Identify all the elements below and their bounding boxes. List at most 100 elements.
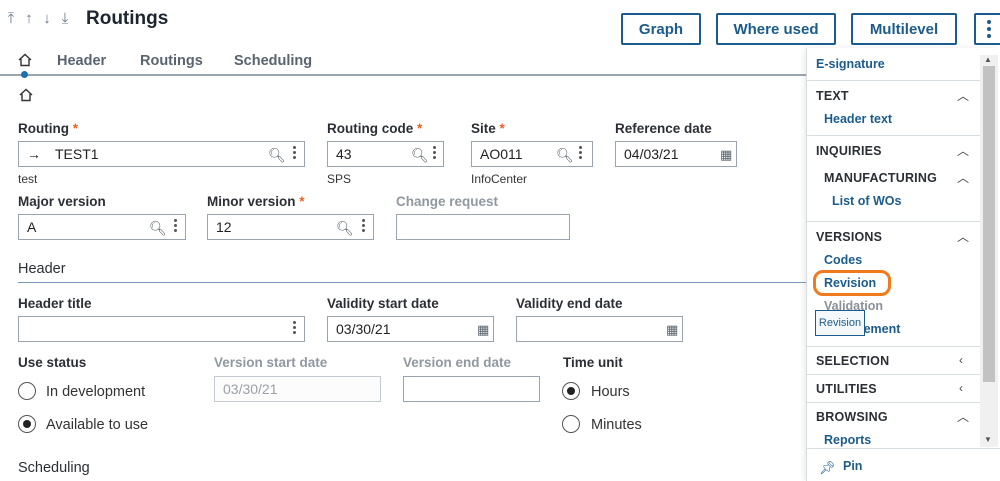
revision-highlight (813, 270, 891, 296)
next-record-icon[interactable]: ↓ (40, 10, 54, 27)
panel-divider (807, 448, 1000, 449)
list-of-wos-link[interactable]: List of WOs (832, 194, 901, 208)
in-development-label: In development (46, 384, 146, 400)
change-request-field[interactable] (396, 214, 570, 240)
panel-divider (807, 346, 983, 347)
field-menu-icon[interactable] (579, 146, 582, 159)
chevron-up-icon[interactable]: ︿ (957, 169, 969, 186)
reference-date-field[interactable]: 04/03/21 ▦ (615, 141, 737, 167)
selection-group-title[interactable]: SELECTION (816, 354, 889, 368)
calendar-icon[interactable]: ▦ (720, 147, 732, 163)
graph-button[interactable]: Graph (621, 13, 701, 45)
validity-start-field[interactable]: 03/30/21 ▦ (327, 316, 494, 342)
scroll-up-icon[interactable]: ▲ (984, 55, 992, 64)
chevron-left-icon[interactable]: ‹ (959, 381, 963, 395)
text-group-title[interactable]: TEXT (816, 89, 849, 103)
header-section-title: Header (18, 261, 66, 277)
scroll-down-icon[interactable]: ▼ (984, 435, 992, 444)
chevron-up-icon[interactable]: ︿ (957, 228, 969, 245)
tab-scheduling[interactable]: Scheduling (234, 53, 312, 69)
routing-code-field[interactable]: 43 🔍︎ (327, 141, 444, 167)
tab-header[interactable]: Header (57, 53, 106, 69)
scrollbar-thumb[interactable] (983, 66, 995, 382)
panel-divider (807, 221, 983, 222)
routing-code-label: Routing code * (327, 121, 423, 136)
routing-field[interactable]: → TEST1 🔍︎ (18, 141, 305, 167)
chevron-left-icon[interactable]: ‹ (959, 353, 963, 367)
home-tab-icon[interactable] (18, 53, 32, 67)
last-record-icon[interactable]: ⤓ (58, 10, 72, 27)
header-title-field[interactable] (18, 316, 305, 342)
scheduling-section-title: Scheduling (18, 460, 90, 476)
manufacturing-subgroup-title[interactable]: MANUFACTURING (824, 171, 937, 185)
validity-end-field[interactable]: ▦ (516, 316, 683, 342)
available-to-use-label: Available to use (46, 417, 149, 433)
panel-divider (807, 374, 983, 375)
section-divider (18, 282, 808, 283)
codes-link[interactable]: Codes (824, 253, 862, 267)
calendar-icon[interactable]: ▦ (477, 322, 489, 338)
pin-link[interactable]: Pin (843, 459, 862, 473)
calendar-icon[interactable]: ▦ (666, 322, 678, 338)
validity-end-label: Validity end date (516, 296, 623, 311)
header-title-label: Header title (18, 296, 92, 311)
minor-version-label: Minor version * (207, 194, 305, 209)
site-label: Site * (471, 121, 505, 136)
search-icon[interactable]: 🔍︎ (268, 147, 286, 164)
major-version-field[interactable]: A 🔍︎ (18, 214, 186, 240)
version-start-label: Version start date (214, 355, 328, 370)
browsing-group-title[interactable]: BROWSING (816, 410, 888, 424)
page-title: Routings (86, 8, 169, 29)
routing-label: Routing * (18, 121, 79, 136)
home-icon[interactable] (19, 88, 33, 102)
field-menu-icon[interactable] (362, 219, 365, 232)
tab-routings[interactable]: Routings (140, 53, 203, 69)
record-navigation: ⤒ ↑ ↓ ⤓ (4, 10, 72, 27)
pin-icon[interactable]: 📌︎ (819, 460, 836, 476)
reports-link[interactable]: Reports (824, 433, 871, 447)
first-record-icon[interactable]: ⤒ (4, 10, 18, 27)
revision-tooltip: Revision (815, 310, 865, 336)
e-signature-link[interactable]: E-signature (816, 57, 885, 71)
chevron-up-icon[interactable]: ︿ (957, 87, 969, 104)
panel-divider (807, 80, 983, 81)
actions-panel: E-signature TEXT ︿ Header text INQUIRIES… (806, 48, 1000, 481)
inquiries-group-title[interactable]: INQUIRIES (816, 144, 882, 158)
arrow-right-icon: → (27, 146, 41, 162)
header-text-link[interactable]: Header text (824, 112, 892, 126)
change-request-label: Change request (396, 194, 499, 209)
minutes-radio[interactable] (562, 415, 580, 433)
version-end-label: Version end date (403, 355, 512, 370)
site-description: InfoCenter (471, 172, 528, 186)
field-menu-icon[interactable] (293, 321, 296, 334)
use-status-label: Use status (18, 355, 87, 370)
search-icon[interactable]: 🔍︎ (411, 147, 429, 164)
in-development-radio[interactable] (18, 382, 36, 400)
where-used-button[interactable]: Where used (716, 13, 836, 45)
previous-record-icon[interactable]: ↑ (22, 10, 36, 27)
search-icon[interactable]: 🔍︎ (336, 220, 354, 237)
hours-radio[interactable] (562, 382, 580, 400)
major-version-label: Major version (18, 194, 106, 209)
field-menu-icon[interactable] (293, 146, 296, 159)
field-menu-icon[interactable] (174, 219, 177, 232)
more-actions-button[interactable] (974, 13, 1000, 45)
site-field[interactable]: AO011 🔍︎ (471, 141, 593, 167)
versions-group-title[interactable]: VERSIONS (816, 230, 882, 244)
validity-start-label: Validity start date (327, 296, 439, 311)
routing-code-description: SPS (327, 172, 352, 186)
multilevel-button[interactable]: Multilevel (851, 13, 957, 45)
minutes-label: Minutes (591, 417, 642, 433)
available-to-use-radio[interactable] (18, 415, 36, 433)
chevron-up-icon[interactable]: ︿ (957, 142, 969, 159)
field-menu-icon[interactable] (433, 146, 436, 159)
chevron-up-icon[interactable]: ︿ (957, 408, 969, 425)
version-end-field[interactable] (403, 376, 540, 402)
tab-bar: Header Routings Scheduling (0, 50, 808, 76)
time-unit-label: Time unit (563, 355, 623, 370)
active-tab-indicator (21, 71, 28, 78)
search-icon[interactable]: 🔍︎ (556, 147, 574, 164)
utilities-group-title[interactable]: UTILITIES (816, 382, 877, 396)
minor-version-field[interactable]: 12 🔍︎ (207, 214, 374, 240)
search-icon[interactable]: 🔍︎ (149, 220, 167, 237)
